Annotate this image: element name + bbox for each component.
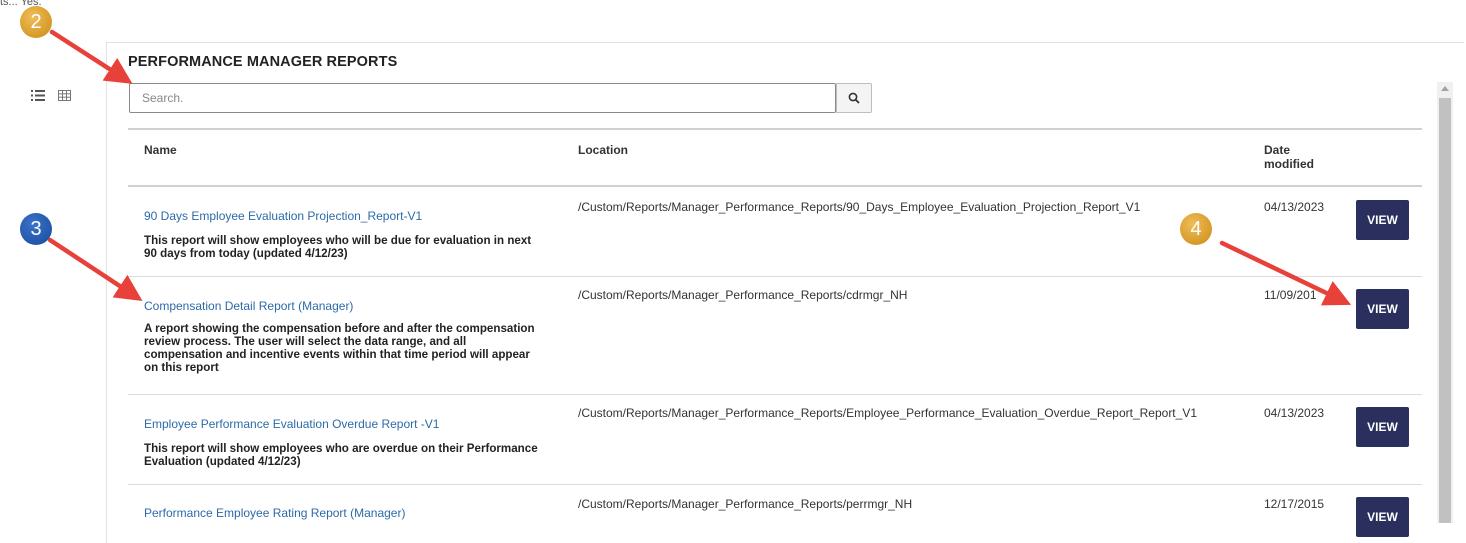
row-divider <box>128 394 1422 395</box>
column-header-location: Location <box>578 143 628 157</box>
report-link[interactable]: Employee Performance Evaluation Overdue … <box>144 417 439 431</box>
report-date: 04/13/2023 <box>1264 200 1325 214</box>
report-location: /Custom/Reports/Manager_Performance_Repo… <box>578 497 913 511</box>
row-divider <box>128 276 1422 277</box>
view-button[interactable]: VIEW <box>1356 407 1409 447</box>
report-description: This report will show employees who are … <box>144 442 538 468</box>
report-location: /Custom/Reports/Manager_Performance_Repo… <box>578 200 1141 214</box>
grid-view-icon[interactable] <box>57 89 72 102</box>
report-date: 12/17/2015 <box>1264 497 1325 511</box>
scrollbar-thumb[interactable] <box>1439 98 1451 523</box>
annotation-badge-4: 4 <box>1180 213 1212 245</box>
report-description: This report will show employees who will… <box>144 234 532 260</box>
report-link[interactable]: 90 Days Employee Evaluation Projection_R… <box>144 209 422 223</box>
column-header-name: Name <box>144 143 177 157</box>
view-toggle <box>30 89 72 102</box>
report-date: 11/09/201 <box>1264 288 1317 302</box>
scroll-up-arrow-icon[interactable] <box>1441 86 1449 91</box>
list-view-icon[interactable] <box>30 89 45 102</box>
annotation-badge-3: 3 <box>20 213 52 245</box>
report-link[interactable]: Performance Employee Rating Report (Mana… <box>144 506 405 520</box>
search-button[interactable] <box>836 83 872 113</box>
annotation-badge-2: 2 <box>20 6 52 38</box>
report-link[interactable]: Compensation Detail Report (Manager) <box>144 299 353 313</box>
report-description: A report showing the compensation before… <box>144 322 535 374</box>
header-divider <box>128 185 1422 187</box>
table-top-divider <box>128 128 1422 130</box>
search-icon <box>848 92 860 104</box>
report-location: /Custom/Reports/Manager_Performance_Repo… <box>578 406 1197 420</box>
view-button[interactable]: VIEW <box>1356 497 1409 537</box>
view-button[interactable]: VIEW <box>1356 200 1409 240</box>
view-button[interactable]: VIEW <box>1356 289 1409 329</box>
page-title: PERFORMANCE MANAGER REPORTS <box>128 54 398 70</box>
search-input[interactable] <box>129 83 836 113</box>
report-date: 04/13/2023 <box>1264 406 1325 420</box>
report-location: /Custom/Reports/Manager_Performance_Repo… <box>578 288 908 302</box>
column-header-date-modified: Date modified <box>1264 143 1314 171</box>
row-divider <box>128 484 1422 485</box>
